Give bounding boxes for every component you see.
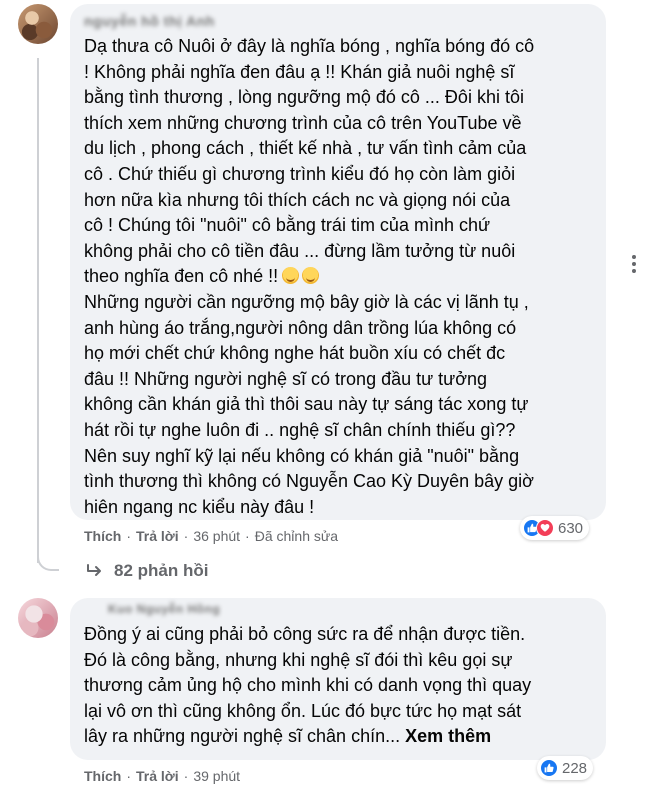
comment-text: Đồng ý ai cũng phải bỏ công sức ra để nh…	[84, 622, 531, 750]
reaction-count: 630	[558, 519, 584, 537]
like-button[interactable]: Thích	[84, 528, 121, 544]
avatar[interactable]	[18, 4, 58, 44]
separator-dot: ·	[183, 768, 189, 784]
comment-line: hơn nữa kìa nhưng tôi thích cách nc và g…	[84, 189, 511, 210]
comment-line: hát rồi tự nghe luôn đi .. nghệ sĩ chân …	[84, 419, 516, 440]
smirk-emoji	[282, 267, 300, 285]
comment-line: cô ! Chúng tôi "nuôi" cô bằng trái tim c…	[84, 215, 491, 236]
comment-line: Những người cần ngưỡng mộ bây giờ là các…	[84, 291, 529, 312]
dot-icon	[632, 269, 636, 273]
like-icon	[540, 759, 558, 777]
like-button[interactable]: Thích	[84, 768, 121, 784]
dot-icon	[632, 255, 636, 259]
comment-timestamp[interactable]: 39 phút	[193, 768, 240, 784]
separator-dot: ·	[183, 528, 189, 544]
replies-count-label: 82 phản hồi	[114, 561, 209, 580]
separator-dot: ·	[126, 768, 132, 784]
more-options-button[interactable]	[622, 252, 646, 276]
comment-line: không phải cho cô tiền đâu ... đừng lầm …	[84, 240, 516, 261]
comment-line: thích xem những chương trình của cô trên…	[84, 112, 522, 133]
comment-author[interactable]: nguyễn hồ thị Anh	[84, 13, 215, 29]
view-replies-button[interactable]: 82 phản hồi	[86, 561, 208, 581]
comment-line: lây ra những người nghệ sĩ chân chín...	[84, 726, 401, 747]
comment-line: Dạ thưa cô Nuôi ở đây là nghĩa bóng , ng…	[84, 36, 535, 56]
comment-line: hiên ngang nc kiểu này đâu !	[84, 496, 315, 517]
comment-actions: Thích · Trả lời · 39 phút	[84, 768, 240, 784]
comment-text: Dạ thưa cô Nuôi ở đây là nghĩa bóng , ng…	[84, 34, 534, 520]
comment-bubble: Kuo Nguyễn Hồng Đồng ý ai cũng phải bỏ c…	[70, 598, 606, 760]
comment-line: họ mới chết chứ không nghe hát buồn xíu …	[84, 343, 506, 364]
dot-icon	[632, 262, 636, 266]
reaction-count: 228	[562, 759, 588, 777]
comment-line: cô . Chứ thiếu gì chương trình kiểu đó h…	[84, 163, 516, 184]
love-icon	[536, 519, 554, 537]
comment-line: tình thương thì không có Nguyễn Cao Kỳ D…	[84, 471, 534, 492]
avatar[interactable]	[18, 598, 58, 638]
comment-line: Nên suy nghĩ kỹ lại nếu không có khán gi…	[84, 445, 520, 466]
reply-button[interactable]: Trả lời	[136, 528, 179, 544]
reaction-summary[interactable]: 228	[537, 756, 594, 780]
comment-timestamp[interactable]: 36 phút	[193, 528, 240, 544]
edited-label[interactable]: Đã chỉnh sửa	[255, 528, 338, 544]
comment-line: lại vô ơn thì cũng không ổn. Lúc đó bực …	[84, 700, 522, 721]
smirk-emoji	[302, 267, 320, 285]
comment-line: anh hùng áo trắng,người nông dân trồng l…	[84, 317, 517, 338]
comment-line: thương cảm ủng hộ cho mình khi có danh v…	[84, 675, 532, 696]
comment-bubble: nguyễn hồ thị Anh Dạ thưa cô Nuôi ở đây …	[70, 4, 606, 520]
reply-button[interactable]: Trả lời	[136, 768, 179, 784]
comment-line: không cần khán giả thì thôi sau này tự s…	[84, 394, 529, 415]
comment-line: theo nghĩa đen cô nhé !!	[84, 266, 279, 287]
separator-dot: ·	[245, 528, 250, 544]
comment-line: Đó là công bằng, nhưng khi nghệ sĩ đói t…	[84, 649, 513, 670]
see-more-link[interactable]: Xem thêm	[405, 726, 491, 746]
reply-thread-line	[37, 58, 39, 563]
separator-dot: ·	[126, 528, 132, 544]
comment-author[interactable]: Kuo Nguyễn Hồng	[108, 602, 220, 616]
comment-line: ! Không phải nghĩa đen đâu ạ !! Khán giả…	[84, 61, 515, 82]
comment-line: bằng tình thương , lòng ngưỡng mộ đó cô …	[84, 87, 524, 108]
comment-line: du lịch , phong cách , thiết kế nhà , tư…	[84, 138, 527, 159]
comment-actions: Thích · Trả lời · 36 phút · Đã chỉnh sửa	[84, 528, 338, 544]
reply-arrow-icon	[87, 564, 101, 576]
comment-line: Đồng ý ai cũng phải bỏ công sức ra để nh…	[84, 624, 526, 644]
comment-line: đâu !! Những người nghệ sĩ có trong đầu …	[84, 368, 488, 389]
reply-thread-connector	[37, 545, 59, 571]
reaction-summary[interactable]: 630	[520, 516, 590, 540]
